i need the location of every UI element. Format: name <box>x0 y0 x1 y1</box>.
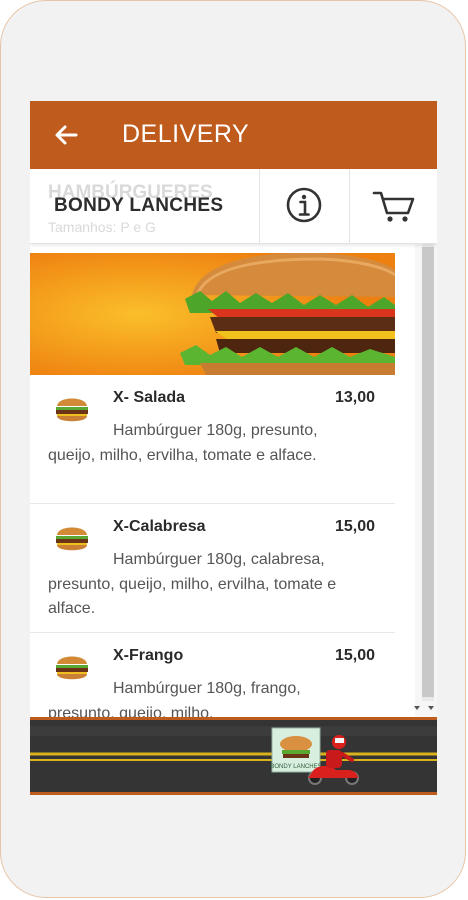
app-bar: DELIVERY <box>30 101 437 169</box>
item-price: 13,00 <box>334 389 375 406</box>
item-name: X-Calabresa <box>113 518 206 535</box>
delivery-footer-banner: BONDY LANCHES <box>30 717 437 795</box>
scroll-down-arrow-icon[interactable] <box>412 703 422 713</box>
menu-list: X- Salada 13,00 Hambúrguer 180g, presunt… <box>30 375 395 717</box>
svg-text:BONDY LANCHES: BONDY LANCHES <box>270 764 321 770</box>
menu-item[interactable]: X-Frango 15,00 Hambúrguer 180g, frango, … <box>30 633 395 717</box>
category-sizes-ghost: Tamanhos: P e G <box>48 219 156 235</box>
store-logo: BONDY LANCHES <box>270 727 322 773</box>
item-description: Hambúrguer 180g, calabresa, presunto, qu… <box>48 551 337 617</box>
arrow-left-icon[interactable] <box>52 121 80 149</box>
info-icon <box>286 187 322 223</box>
store-toolbar: HAMBÚRGUERES Tamanhos: P e G BONDY LANCH… <box>30 169 437 244</box>
item-description: Hambúrguer 180g, presunto, queijo, milho… <box>48 422 318 464</box>
item-price: 15,00 <box>334 647 375 664</box>
scroll-down-arrow-icon[interactable] <box>426 703 436 713</box>
cart-icon <box>372 191 415 222</box>
item-price: 15,00 <box>334 518 375 535</box>
burger-banner-image <box>30 253 395 375</box>
scrollbar[interactable] <box>412 243 437 717</box>
phone-frame: DELIVERY HAMBÚRGUERES Tamanhos: P e G BO… <box>0 0 466 898</box>
scrollbar-thumb[interactable] <box>422 247 434 697</box>
item-name: X-Frango <box>113 647 184 664</box>
page-title: DELIVERY <box>122 120 250 148</box>
item-name: X- Salada <box>113 389 186 406</box>
cart-button[interactable] <box>350 169 437 243</box>
menu-content[interactable]: X- Salada 13,00 Hambúrguer 180g, presunt… <box>30 243 395 717</box>
app-screen: DELIVERY HAMBÚRGUERES Tamanhos: P e G BO… <box>30 101 437 795</box>
store-name: BONDY LANCHES <box>54 195 224 216</box>
info-button[interactable] <box>260 169 348 243</box>
menu-item[interactable]: X- Salada 13,00 Hambúrguer 180g, presunt… <box>30 375 395 504</box>
item-description: Hambúrguer 180g, frango, presunto, queij… <box>48 680 301 717</box>
menu-item[interactable]: X-Calabresa 15,00 Hambúrguer 180g, calab… <box>30 504 395 633</box>
